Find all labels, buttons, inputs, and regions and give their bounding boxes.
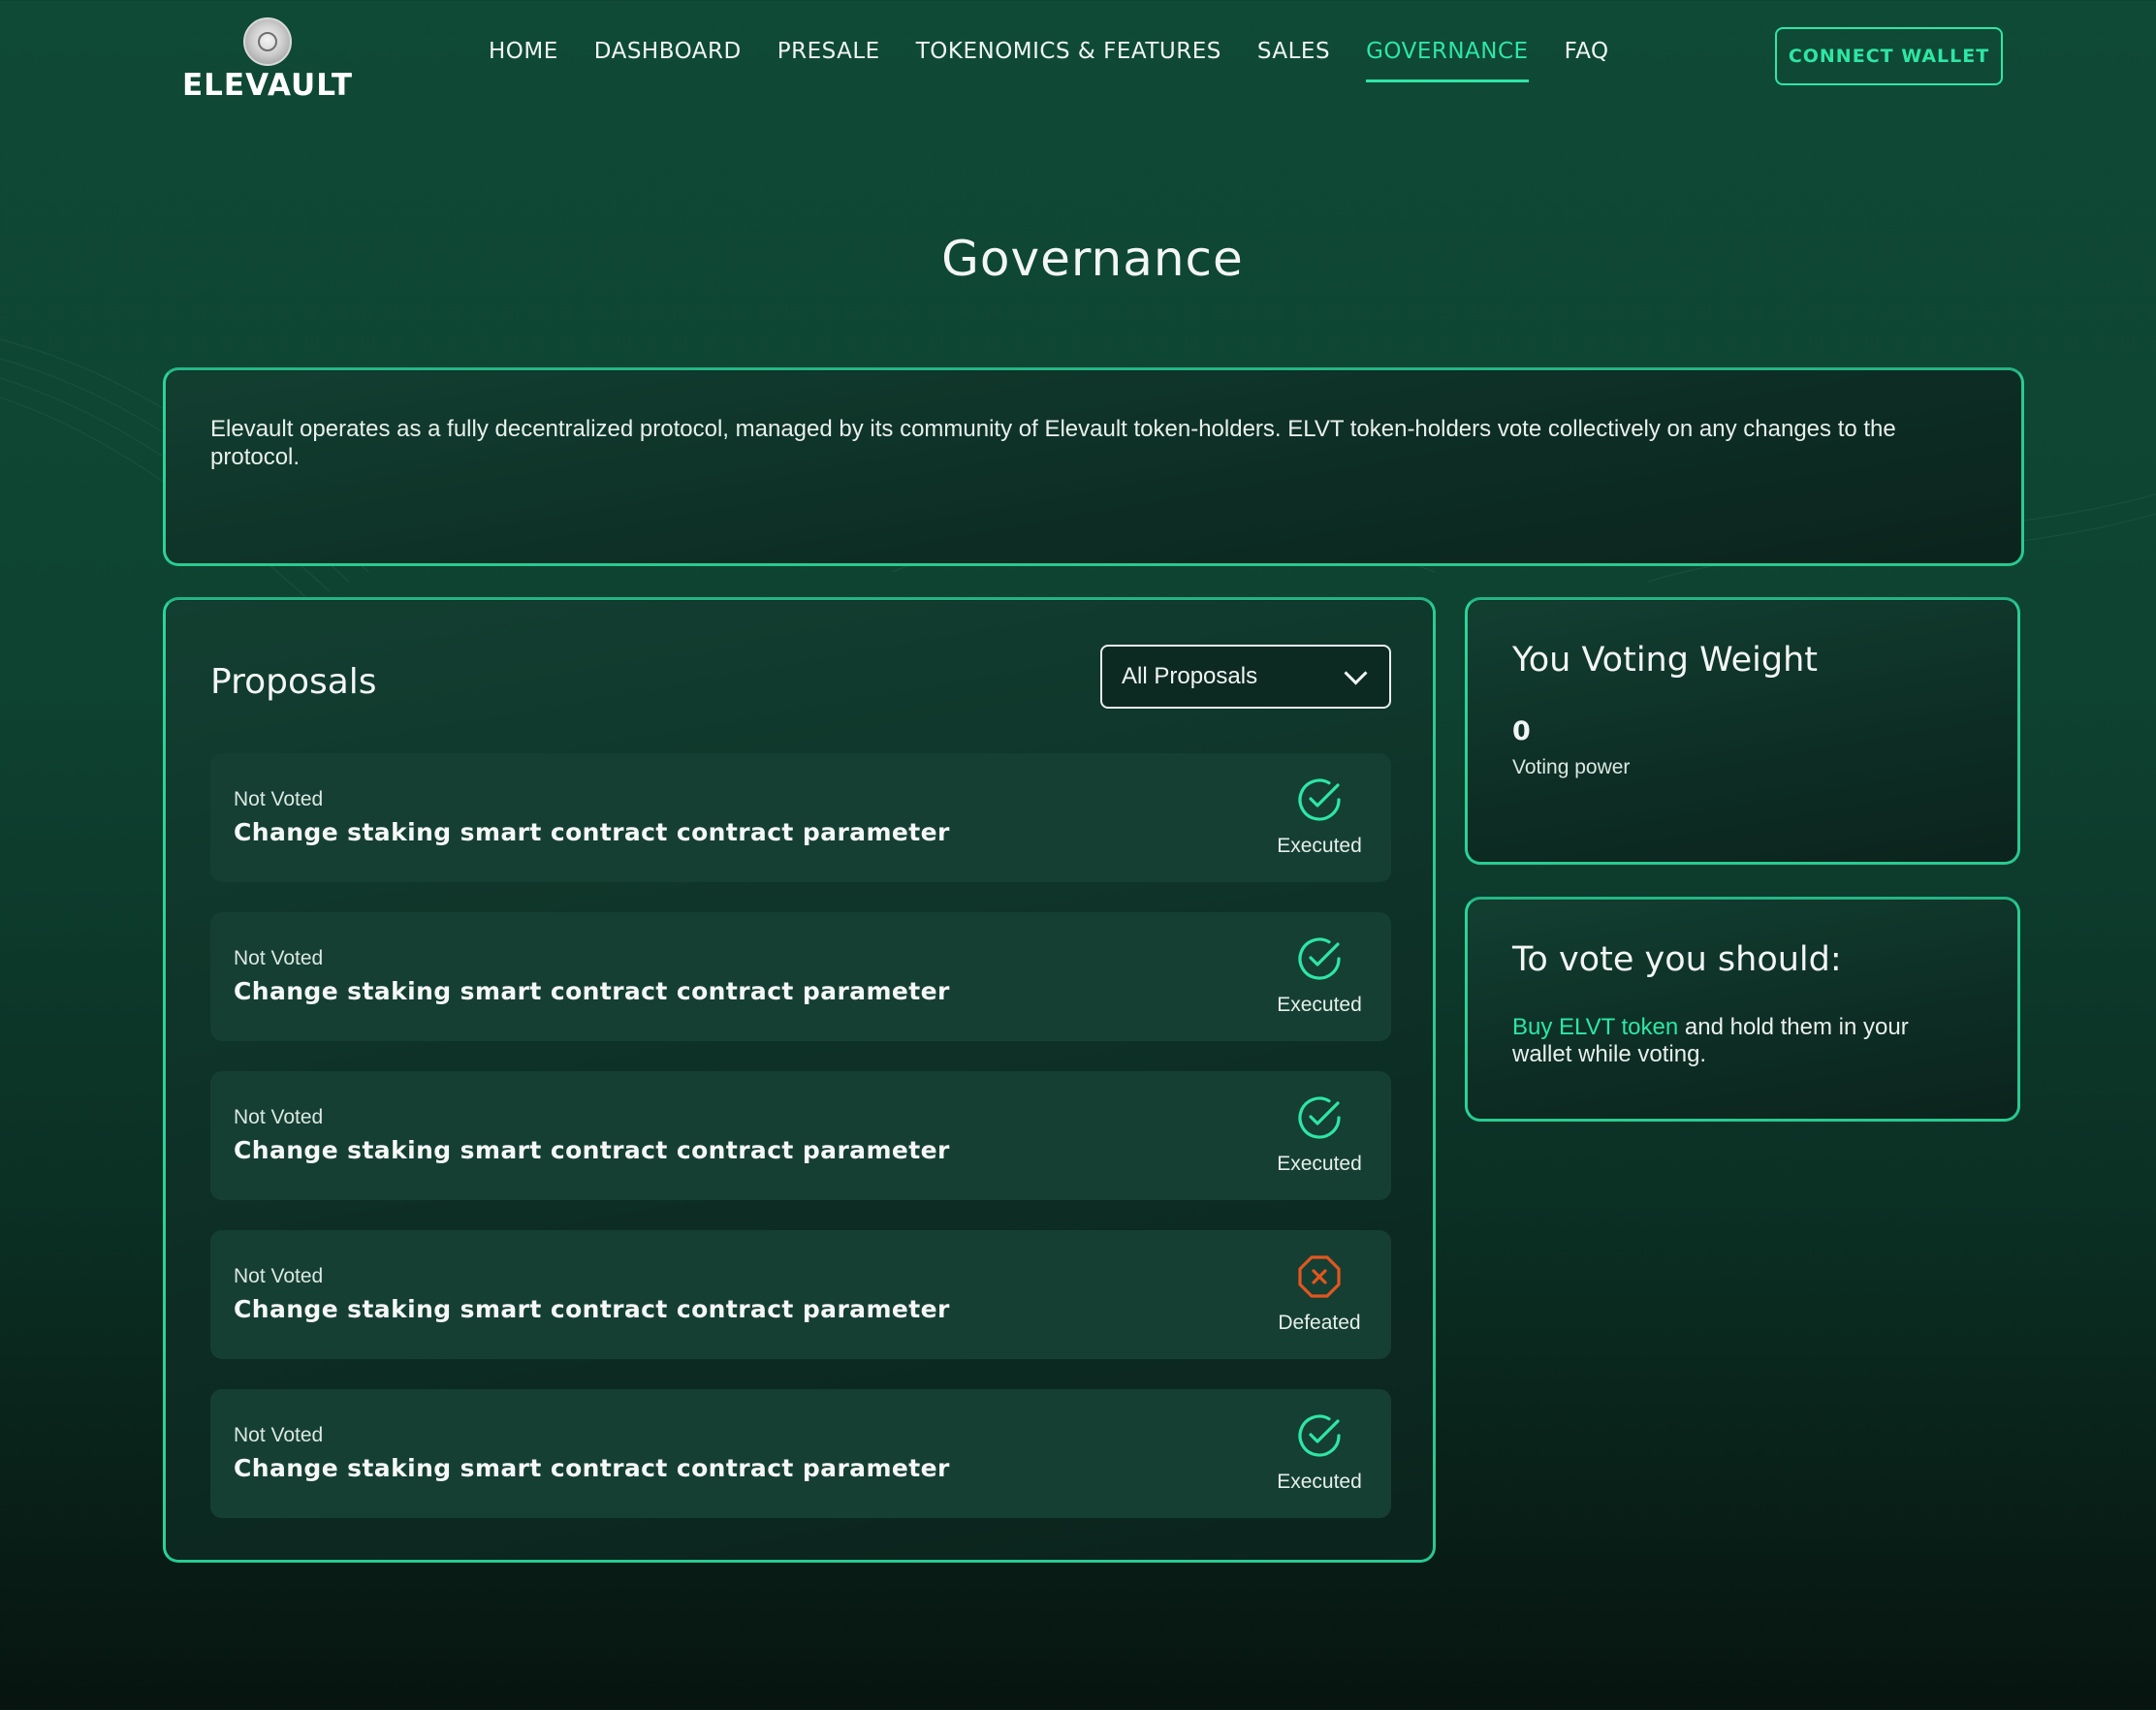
logo[interactable]: ELEVAULT <box>180 17 355 103</box>
proposal-state-label: Executed <box>1277 994 1362 1016</box>
logo-emblem-icon <box>243 17 292 66</box>
proposal-title: Change staking smart contract contract p… <box>234 818 950 846</box>
proposal-item[interactable]: Not Voted Change staking smart contract … <box>210 1071 1391 1200</box>
voting-weight-title: You Voting Weight <box>1512 641 1818 680</box>
proposal-vote-status: Not Voted <box>234 1106 324 1128</box>
proposal-title: Change staking smart contract contract p… <box>234 1454 950 1482</box>
proposal-filter-select[interactable]: All Proposals <box>1100 645 1391 709</box>
proposal-state-label: Defeated <box>1278 1312 1361 1334</box>
proposal-item[interactable]: Not Voted Change staking smart contract … <box>210 912 1391 1041</box>
page-title: Governance <box>941 231 1244 287</box>
proposal-state: Defeated <box>1261 1253 1378 1335</box>
proposal-item[interactable]: Not Voted Change staking smart contract … <box>210 753 1391 882</box>
proposal-state-label: Executed <box>1277 1471 1362 1493</box>
how-to-vote-card: To vote you should: Buy ELVT token and h… <box>1465 897 2020 1122</box>
buy-elvt-token-link[interactable]: Buy ELVT token <box>1512 1014 1678 1040</box>
nav-item-presale[interactable]: PRESALE <box>777 39 880 82</box>
nav-item-faq[interactable]: FAQ <box>1565 39 1609 82</box>
proposal-vote-status: Not Voted <box>234 1265 324 1287</box>
proposal-state-label: Executed <box>1277 1153 1362 1175</box>
chevron-down-icon <box>1344 660 1368 685</box>
nav-item-home[interactable]: HOME <box>489 39 558 82</box>
proposal-filter-value: All Proposals <box>1122 663 1258 689</box>
intro-card: Elevault operates as a fully decentraliz… <box>163 367 2024 566</box>
nav-item-dashboard[interactable]: DASHBOARD <box>594 39 742 82</box>
nav-item-sales[interactable]: SALES <box>1257 39 1330 82</box>
connect-wallet-button[interactable]: CONNECT WALLET <box>1775 27 2003 85</box>
proposal-vote-status: Not Voted <box>234 1424 324 1446</box>
proposals-card: Proposals All Proposals Not Voted Change… <box>163 597 1436 1563</box>
nav-item-tokenomics[interactable]: TOKENOMICS & FEATURES <box>916 39 1221 82</box>
proposal-title: Change staking smart contract contract p… <box>234 1136 950 1164</box>
voting-weight-card: You Voting Weight 0 Voting power <box>1465 597 2020 865</box>
check-circle-icon <box>1298 1096 1341 1139</box>
proposal-item[interactable]: Not Voted Change staking smart contract … <box>210 1230 1391 1359</box>
voting-weight-label: Voting power <box>1512 756 1631 778</box>
check-circle-icon <box>1298 1414 1341 1457</box>
proposal-list: Not Voted Change staking smart contract … <box>210 753 1391 1548</box>
proposal-item[interactable]: Not Voted Change staking smart contract … <box>210 1389 1391 1518</box>
x-octagon-icon <box>1298 1255 1341 1298</box>
logo-text: ELEVAULT <box>182 68 353 103</box>
proposal-state-label: Executed <box>1277 835 1362 857</box>
how-to-vote-text: Buy ELVT token and hold them in your wal… <box>1512 1014 1973 1068</box>
proposal-title: Change staking smart contract contract p… <box>234 1295 950 1323</box>
nav-item-governance[interactable]: GOVERNANCE <box>1366 39 1529 82</box>
how-to-vote-title: To vote you should: <box>1512 940 1842 979</box>
check-circle-icon <box>1298 937 1341 980</box>
proposal-state: Executed <box>1261 1412 1378 1494</box>
intro-text: Elevault operates as a fully decentraliz… <box>210 416 1896 470</box>
proposals-title: Proposals <box>210 662 377 702</box>
main-nav: HOME DASHBOARD PRESALE TOKENOMICS & FEAT… <box>489 39 1645 82</box>
proposal-state: Executed <box>1261 1094 1378 1176</box>
proposal-vote-status: Not Voted <box>234 788 324 810</box>
proposal-state: Executed <box>1261 776 1378 858</box>
proposal-vote-status: Not Voted <box>234 947 324 969</box>
check-circle-icon <box>1298 778 1341 821</box>
proposal-title: Change staking smart contract contract p… <box>234 977 950 1005</box>
voting-weight-value: 0 <box>1512 716 1531 746</box>
proposal-state: Executed <box>1261 935 1378 1017</box>
